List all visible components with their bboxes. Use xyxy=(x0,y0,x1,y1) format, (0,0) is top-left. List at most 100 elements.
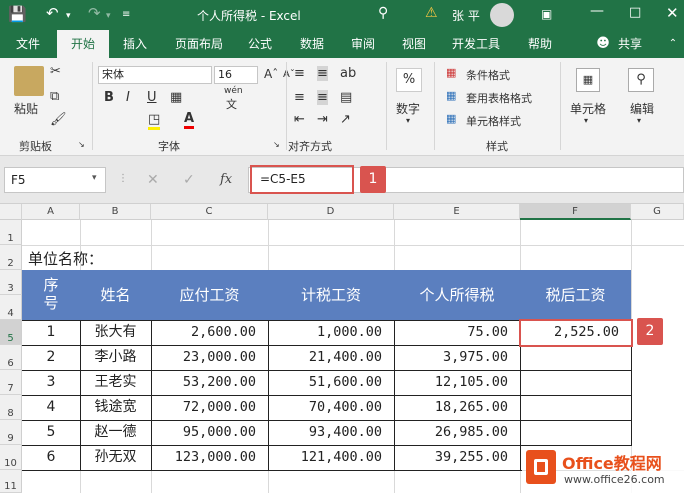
find-icon[interactable]: ⚲ xyxy=(628,68,654,92)
unit-name-label[interactable]: 单位名称： xyxy=(28,248,103,270)
cells-dropdown-icon[interactable]: ▾ xyxy=(584,116,588,125)
header-cell-seq[interactable]: 序 号 xyxy=(22,270,80,320)
taxable-cell[interactable]: 121,400.00 xyxy=(268,445,394,470)
insert-function-button[interactable]: fx xyxy=(220,172,232,187)
income-tax-cell[interactable]: 18,265.00 xyxy=(394,395,520,420)
active-cell-highlight[interactable] xyxy=(519,319,633,347)
select-all-corner[interactable] xyxy=(0,204,22,220)
column-header-d[interactable]: D xyxy=(268,204,394,220)
after-tax-cell[interactable] xyxy=(520,395,631,420)
share-button[interactable]: 共享 xyxy=(612,30,648,58)
decrease-indent-icon[interactable]: ⇤ xyxy=(294,112,305,127)
undo-dropdown-icon[interactable]: ▾ xyxy=(66,11,71,21)
font-color-icon[interactable]: A xyxy=(184,111,195,129)
row-header-6[interactable]: 6 xyxy=(0,345,22,370)
align-center-icon[interactable]: ≡ xyxy=(317,90,328,105)
cell-styles-icon[interactable]: ▦ xyxy=(446,112,456,125)
underline-button[interactable]: U xyxy=(147,90,157,105)
name-box-dropdown-icon[interactable]: ▾ xyxy=(92,173,97,183)
share-icon[interactable]: ☻ xyxy=(596,30,610,58)
payable-cell[interactable]: 23,000.00 xyxy=(151,345,268,370)
column-header-c[interactable]: C xyxy=(151,204,268,220)
avatar[interactable] xyxy=(490,3,514,27)
row-header-2[interactable]: 2 xyxy=(0,245,22,270)
redo-icon[interactable]: ↷ xyxy=(88,4,101,22)
close-icon[interactable]: ✕ xyxy=(666,4,679,22)
conditional-format-icon[interactable]: ▦ xyxy=(446,66,456,79)
tab-developer[interactable]: 开发工具 xyxy=(444,30,508,58)
name-cell[interactable]: 张大有 xyxy=(80,320,151,345)
column-header-a[interactable]: A xyxy=(22,204,80,220)
row-header-9[interactable]: 9 xyxy=(0,420,22,445)
ribbon-display-options-icon[interactable]: ▣ xyxy=(541,7,552,21)
header-cell-income-tax[interactable]: 个人所得税 xyxy=(394,270,520,320)
font-name-select[interactable]: 宋体 xyxy=(98,66,212,84)
save-icon[interactable]: 💾 xyxy=(8,5,27,23)
after-tax-cell[interactable] xyxy=(520,370,631,395)
orientation-icon[interactable]: ↗ xyxy=(340,112,351,127)
column-header-f[interactable]: F xyxy=(520,204,631,220)
name-cell[interactable]: 赵一德 xyxy=(80,420,151,445)
tab-view[interactable]: 视图 xyxy=(393,30,435,58)
format-painter-icon[interactable]: 🖌 xyxy=(50,112,67,127)
align-left-icon[interactable]: ≡ xyxy=(294,90,305,105)
payable-cell[interactable]: 95,000.00 xyxy=(151,420,268,445)
income-tax-cell[interactable]: 75.00 xyxy=(394,320,520,345)
column-header-b[interactable]: B xyxy=(80,204,151,220)
conditional-format-button[interactable]: 条件格式 xyxy=(466,67,510,83)
taxable-cell[interactable]: 51,600.00 xyxy=(268,370,394,395)
income-tax-cell[interactable]: 26,985.00 xyxy=(394,420,520,445)
paste-icon[interactable] xyxy=(14,66,44,96)
seq-cell[interactable]: 3 xyxy=(22,370,80,395)
italic-button[interactable]: I xyxy=(126,90,130,105)
row-header-3[interactable]: 3 xyxy=(0,270,22,295)
cells-icon[interactable]: ▦ xyxy=(576,68,600,92)
align-middle-icon[interactable]: ≡ xyxy=(317,66,328,81)
paste-button[interactable]: 粘贴 xyxy=(14,100,38,117)
header-cell-name[interactable]: 姓名 xyxy=(80,270,151,320)
format-table-icon[interactable]: ▦ xyxy=(446,89,456,102)
name-cell[interactable]: 王老实 xyxy=(80,370,151,395)
taxable-cell[interactable]: 21,400.00 xyxy=(268,345,394,370)
enter-icon[interactable]: ✓ xyxy=(183,172,195,188)
fill-color-icon[interactable]: ◳ xyxy=(148,112,161,130)
seq-cell[interactable]: 4 xyxy=(22,395,80,420)
search-icon[interactable]: ⚲ xyxy=(378,5,388,21)
formula-content[interactable]: =C5-E5 xyxy=(250,165,354,194)
seq-cell[interactable]: 2 xyxy=(22,345,80,370)
font-size-select[interactable]: 16 xyxy=(214,66,258,84)
undo-icon[interactable]: ↶ xyxy=(46,4,59,22)
wrap-text-icon[interactable]: ab xyxy=(340,66,356,81)
column-header-g[interactable]: G xyxy=(631,204,684,220)
row-header-5[interactable]: 5 xyxy=(0,320,22,345)
tab-file[interactable]: 文件 xyxy=(6,30,50,58)
bold-button[interactable]: B xyxy=(104,90,114,105)
income-tax-cell[interactable]: 3,975.00 xyxy=(394,345,520,370)
after-tax-cell[interactable] xyxy=(520,345,631,370)
copy-icon[interactable]: ⧉ xyxy=(50,89,59,104)
row-header-4[interactable]: 4 xyxy=(0,295,22,320)
tab-help[interactable]: 帮助 xyxy=(519,30,561,58)
phonetic-guide-icon[interactable]: 文 xyxy=(226,96,237,112)
font-launcher-icon[interactable]: ↘ xyxy=(273,140,280,149)
increase-indent-icon[interactable]: ⇥ xyxy=(317,112,328,127)
seq-cell[interactable]: 1 xyxy=(22,320,80,345)
taxable-cell[interactable]: 70,400.00 xyxy=(268,395,394,420)
cut-icon[interactable]: ✂ xyxy=(50,64,61,79)
income-tax-cell[interactable]: 12,105.00 xyxy=(394,370,520,395)
tab-data[interactable]: 数据 xyxy=(291,30,333,58)
merge-center-icon[interactable]: ▤ xyxy=(340,90,352,105)
tab-page-layout[interactable]: 页面布局 xyxy=(167,30,231,58)
grow-font-icon[interactable]: Aˆ xyxy=(264,67,278,81)
warning-icon[interactable]: ⚠ xyxy=(425,5,438,21)
column-header-e[interactable]: E xyxy=(394,204,520,220)
payable-cell[interactable]: 53,200.00 xyxy=(151,370,268,395)
seq-cell[interactable]: 6 xyxy=(22,445,80,470)
taxable-cell[interactable]: 93,400.00 xyxy=(268,420,394,445)
payable-cell[interactable]: 123,000.00 xyxy=(151,445,268,470)
format-as-table-button[interactable]: 套用表格格式 xyxy=(466,90,532,106)
payable-cell[interactable]: 2,600.00 xyxy=(151,320,268,345)
align-top-icon[interactable]: ≡ xyxy=(294,66,305,81)
after-tax-cell[interactable] xyxy=(520,420,631,445)
minimize-icon[interactable]: — xyxy=(590,3,604,19)
